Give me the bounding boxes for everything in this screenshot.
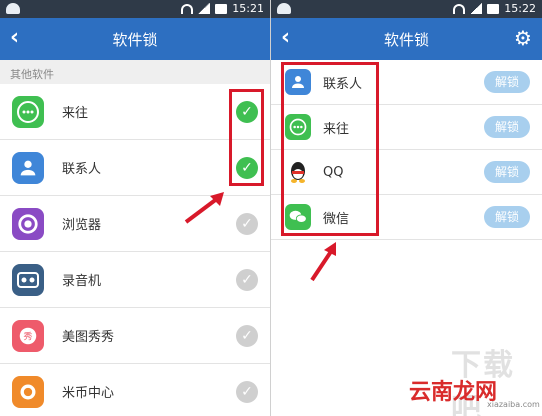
app-name: 浏览器	[62, 218, 102, 233]
check-icon[interactable]: ✓	[236, 381, 258, 403]
highlight-box	[281, 62, 379, 236]
check-icon[interactable]: ✓	[236, 213, 258, 235]
back-icon[interactable]: ‹	[10, 27, 30, 49]
app-bar: ‹ 软件锁 ⚙	[271, 18, 542, 60]
app-name: 录音机	[62, 274, 102, 289]
signal-icon	[470, 3, 483, 14]
highlight-box	[229, 89, 264, 186]
app-row[interactable]: 秀 美图秀秀 ✓	[0, 308, 270, 364]
back-icon[interactable]: ‹	[281, 27, 301, 49]
check-icon[interactable]: ✓	[236, 269, 258, 291]
unlock-button[interactable]: 解锁	[484, 116, 530, 138]
android-icon	[277, 3, 291, 14]
app-name: 米币中心	[62, 386, 115, 401]
watermark-text: 云南龙网	[409, 380, 498, 405]
battery-icon	[215, 3, 228, 14]
gear-icon[interactable]: ⚙	[512, 27, 534, 49]
check-icon[interactable]: ✓	[236, 325, 258, 347]
battery-icon	[487, 3, 500, 14]
status-bar: 15:22	[271, 0, 542, 18]
meitu-icon: 秀	[12, 319, 44, 352]
watermark: 下载吧 云南龙网 xiazaiba.com	[403, 340, 540, 416]
left-screen: 15:21 ‹ 软件锁 其他软件 来往 ✓ 联系人 ✓ 浏览器 ✓ 录音机 ✓	[0, 0, 271, 416]
unlock-button[interactable]: 解锁	[484, 206, 530, 228]
status-time: 15:22	[504, 2, 536, 15]
laiwang-icon	[12, 95, 44, 128]
micoin-icon	[12, 375, 44, 408]
arrow-icon	[184, 192, 224, 224]
app-bar: ‹ 软件锁	[0, 18, 270, 60]
right-screen: 15:22 ‹ 软件锁 ⚙ 联系人 解锁 来往 解锁 QQ 解锁 微信 解锁 下…	[271, 0, 542, 416]
wifi-icon	[181, 3, 194, 14]
browser-icon	[12, 207, 44, 240]
unlock-button[interactable]: 解锁	[484, 71, 530, 93]
recorder-icon	[12, 263, 44, 296]
signal-icon	[198, 3, 211, 14]
watermark-url: xiazaiba.com	[487, 400, 540, 409]
status-time: 15:21	[232, 2, 264, 15]
status-bar: 15:21	[0, 0, 270, 18]
app-row[interactable]: 米币中心 ✓	[0, 364, 270, 416]
page-title: 软件锁	[112, 30, 158, 49]
app-name: 美图秀秀	[62, 330, 115, 345]
app-row[interactable]: 录音机 ✓	[0, 252, 270, 308]
svg-text:秀: 秀	[23, 330, 32, 342]
arrow-icon	[310, 242, 336, 282]
android-icon	[6, 3, 20, 14]
page-title: 软件锁	[383, 30, 429, 49]
contacts-icon	[12, 151, 44, 184]
app-name: 来往	[62, 106, 89, 121]
wifi-icon	[453, 3, 466, 14]
app-name: 联系人	[62, 162, 102, 177]
section-header: 其他软件	[0, 60, 270, 84]
unlock-button[interactable]: 解锁	[484, 161, 530, 183]
